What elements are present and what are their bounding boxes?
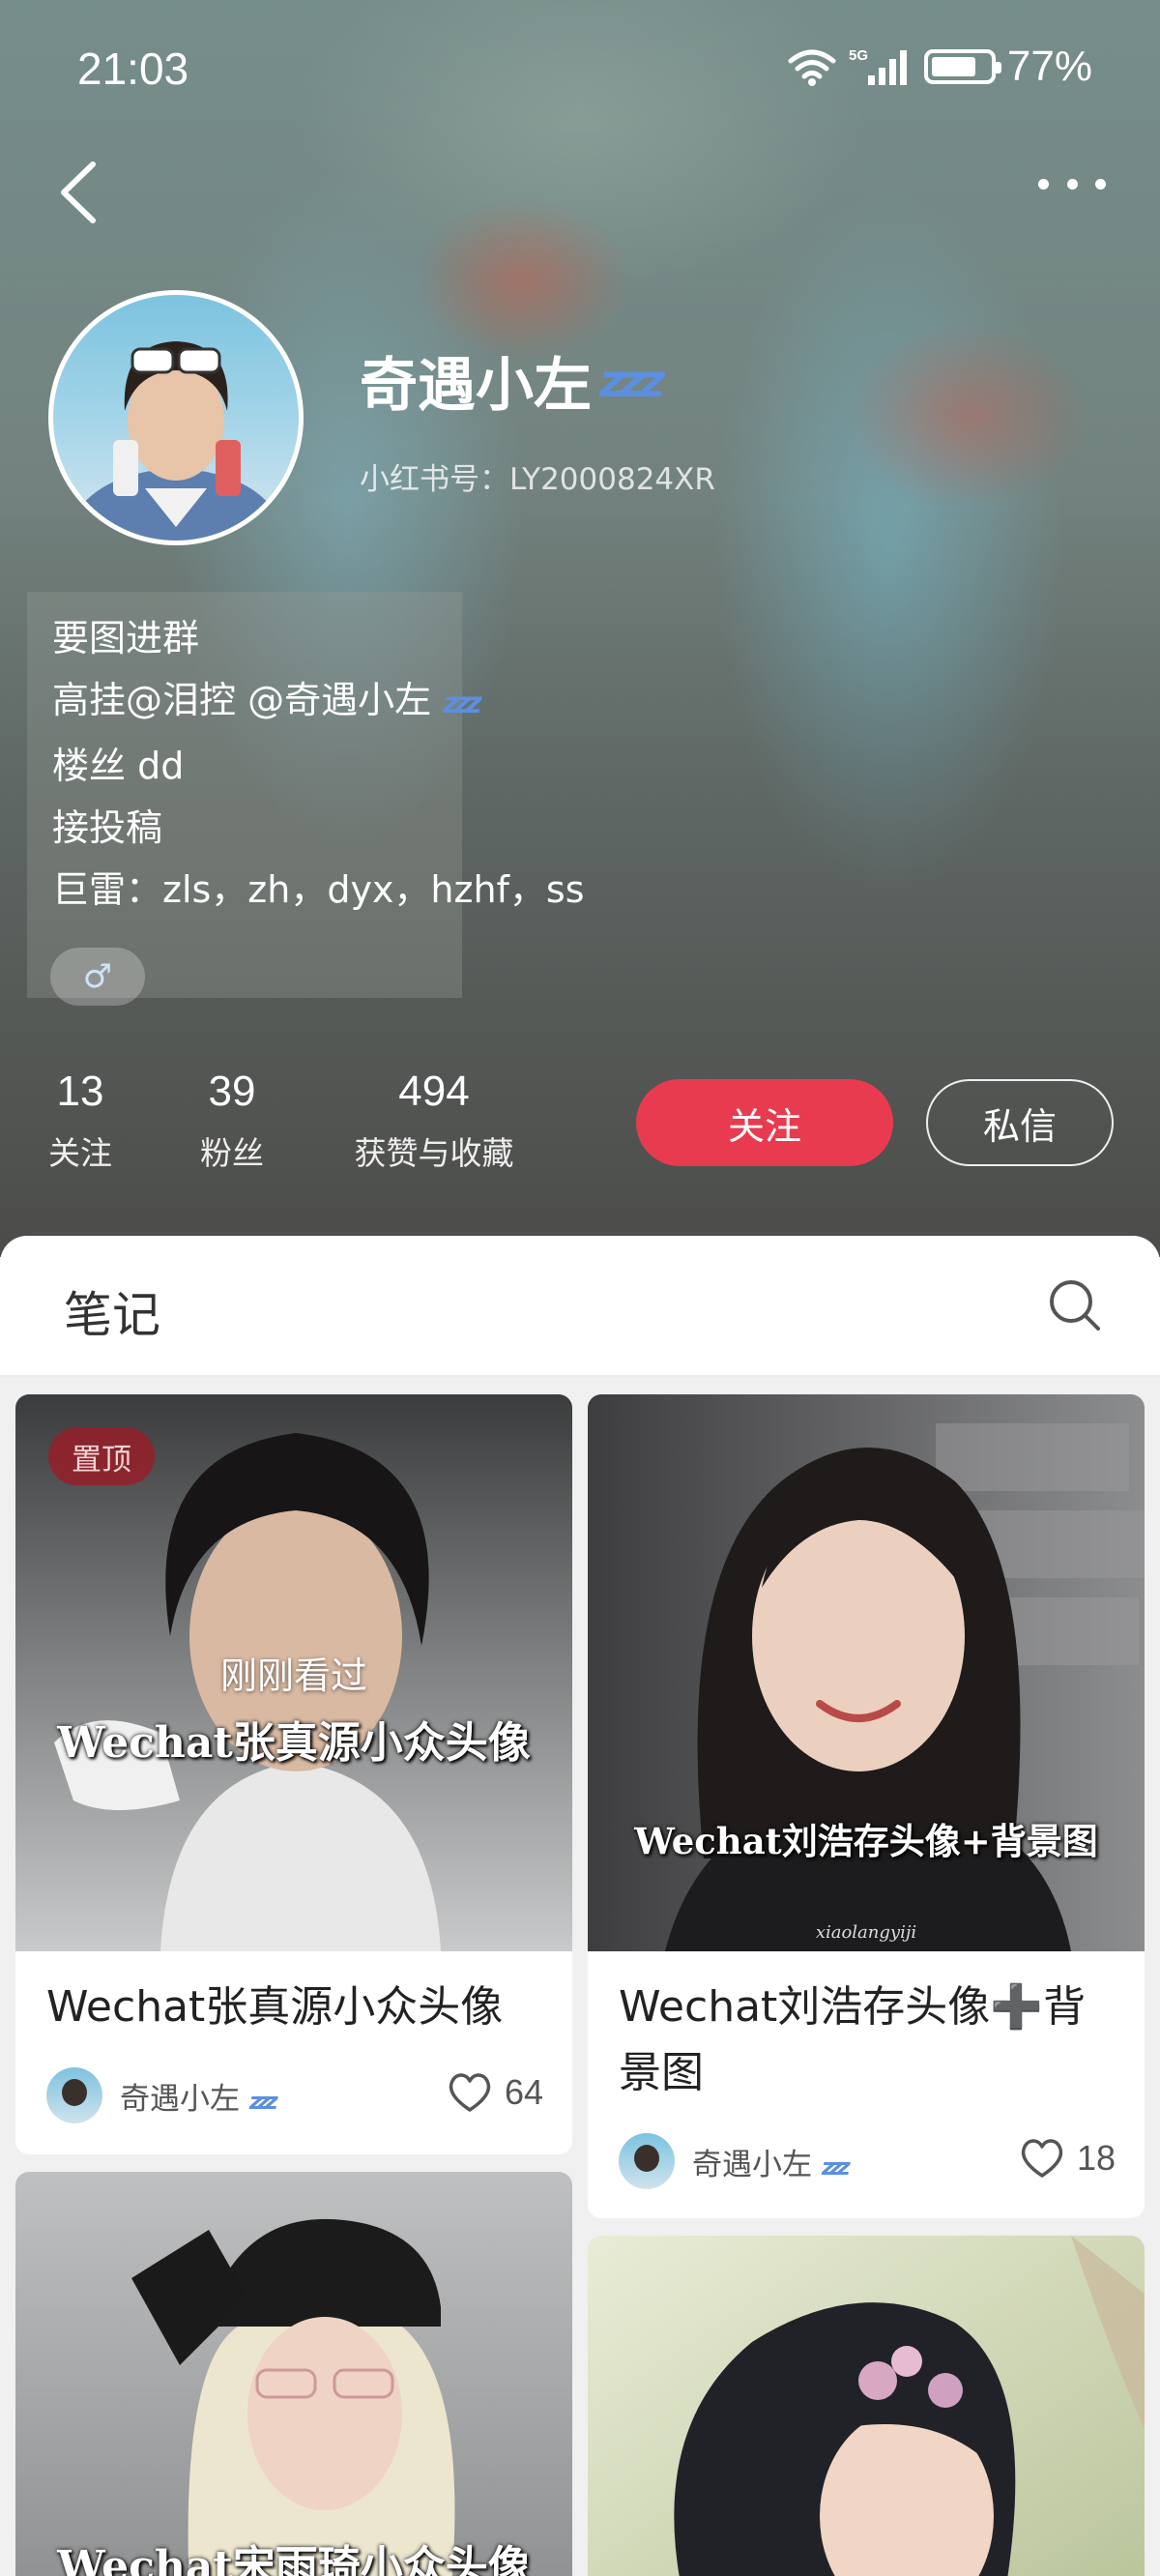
author-name: 奇遇小左 zzz bbox=[692, 2147, 851, 2182]
stat-followers[interactable]: 39 粉丝 bbox=[184, 1068, 280, 1174]
note-card[interactable]: Wechat刘浩存头像+背景图 xiaolangyiji Wechat刘浩存头像… bbox=[588, 1394, 1145, 2218]
author-name: 奇遇小左 zzz bbox=[120, 2081, 278, 2117]
stat-value: 39 bbox=[208, 1068, 256, 1115]
sleep-zzz-icon: zzz bbox=[821, 2152, 851, 2181]
status-time: 21:03 bbox=[77, 44, 189, 94]
like-button[interactable]: 18 bbox=[1019, 2137, 1116, 2180]
tab-notes[interactable]: 笔记 bbox=[64, 1276, 160, 1346]
note-title: Wechat刘浩存头像➕背景图 bbox=[619, 1982, 1087, 2097]
bio-line: 接投稿 bbox=[52, 806, 163, 849]
bio-line: 高挂@泪控 @奇遇小左 zzz bbox=[52, 679, 482, 721]
cover-watermark: xiaolangyiji bbox=[815, 1922, 917, 1943]
battery-percent: 77% bbox=[1006, 43, 1092, 90]
follow-button[interactable]: 关注 bbox=[636, 1079, 893, 1166]
red-id[interactable]: 小红书号：LY2000824XR bbox=[360, 454, 715, 498]
back-icon[interactable] bbox=[50, 159, 108, 226]
status-icons: 5G 77% bbox=[787, 43, 1092, 91]
message-button[interactable]: 私信 bbox=[926, 1079, 1114, 1166]
stat-value: 494 bbox=[398, 1068, 470, 1115]
note-card[interactable]: 置顶 刚刚看过 Wechat张真源小众头像 Wechat张真源小众头像 奇遇小左… bbox=[15, 1394, 572, 2154]
cellular-signal-icon: 5G bbox=[849, 47, 907, 85]
stat-likes-and-collects[interactable]: 494 获赞与收藏 bbox=[342, 1068, 526, 1174]
profile-nickname: 奇遇小左 zzz bbox=[360, 338, 665, 423]
stat-label: 粉丝 bbox=[200, 1134, 264, 1172]
avatar[interactable] bbox=[48, 290, 304, 545]
profile-header: 21:03 5G 77% 奇遇小左 zzz 小红书号：LY2000824XR 要… bbox=[0, 0, 1160, 1257]
gender-male-icon: ♂ bbox=[50, 948, 145, 1006]
note-title: Wechat张真源小众头像 bbox=[46, 1982, 504, 2032]
author-avatar bbox=[46, 2067, 102, 2123]
sleep-zzz-icon: zzz bbox=[599, 354, 665, 407]
note-author[interactable]: 奇遇小左 zzz bbox=[619, 2133, 851, 2189]
battery-level bbox=[931, 57, 975, 76]
bio-line: 楼丝 dd bbox=[52, 745, 185, 787]
battery-icon bbox=[923, 49, 1001, 84]
sleep-zzz-icon: zzz bbox=[248, 2087, 278, 2115]
note-author[interactable]: 奇遇小左 zzz bbox=[46, 2067, 278, 2123]
avatar-portrait bbox=[70, 341, 282, 541]
nickname-text: 奇遇小左 bbox=[360, 352, 592, 420]
cover-overlay-text: Wechat宋雨琦小众头像 bbox=[57, 2542, 531, 2576]
search-icon[interactable] bbox=[1048, 1278, 1102, 1332]
more-options-icon[interactable] bbox=[1038, 172, 1106, 195]
sleep-zzz-icon: zzz bbox=[443, 687, 481, 720]
stat-value: 13 bbox=[56, 1068, 104, 1115]
bio-line: 巨雷：zls，zh，dyx，hzhf，ss bbox=[52, 868, 585, 911]
like-count: 18 bbox=[1076, 2138, 1116, 2178]
note-card[interactable]: Wechat宋雨琦小众头像 bbox=[15, 2172, 572, 2576]
heart-icon bbox=[449, 2073, 491, 2112]
wifi-icon bbox=[788, 49, 836, 86]
heart-icon bbox=[1021, 2139, 1063, 2178]
note-cover-image bbox=[15, 2172, 572, 2576]
cover-overlay-text: Wechat张真源小众头像 bbox=[57, 1718, 531, 1768]
just-viewed-label: 刚刚看过 bbox=[219, 1654, 367, 1697]
pinned-badge: 置顶 bbox=[48, 1427, 155, 1485]
notes-tab-bar: 笔记 bbox=[0, 1236, 1160, 1377]
author-avatar bbox=[619, 2133, 675, 2189]
like-count: 64 bbox=[504, 2072, 543, 2112]
note-card[interactable] bbox=[588, 2236, 1145, 2576]
note-cover-image bbox=[588, 2236, 1145, 2576]
stat-following[interactable]: 13 关注 bbox=[41, 1068, 120, 1174]
bio-line: 要图进群 bbox=[52, 617, 200, 659]
note-cover-image bbox=[588, 1394, 1145, 1951]
cover-overlay-text: Wechat刘浩存头像+背景图 bbox=[634, 1820, 1098, 1862]
profile-bio: 要图进群 高挂@泪控 @奇遇小左 zzz 楼丝 dd 接投稿 巨雷：zls，zh… bbox=[52, 607, 585, 921]
like-button[interactable]: 64 bbox=[447, 2071, 543, 2114]
stat-label: 关注 bbox=[48, 1134, 112, 1172]
stat-label: 获赞与收藏 bbox=[354, 1134, 514, 1172]
network-type-label: 5G bbox=[849, 47, 868, 64]
